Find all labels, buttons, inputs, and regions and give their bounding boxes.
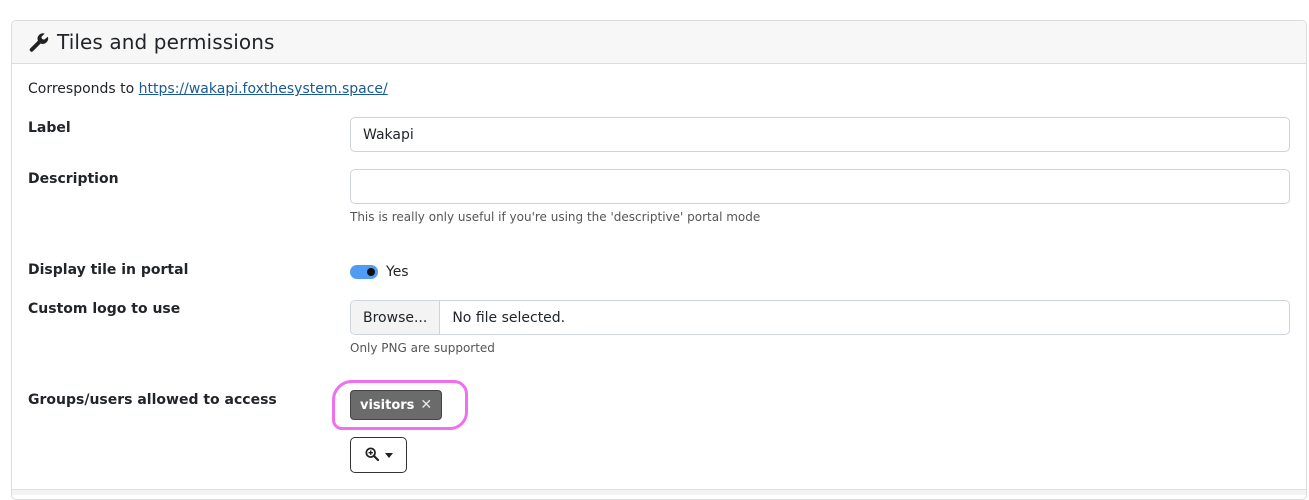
- logo-file-input[interactable]: Browse... No file selected.: [350, 300, 1290, 335]
- chip-label: visitors: [360, 397, 415, 413]
- display-tile-label: Display tile in portal: [28, 262, 189, 278]
- display-tile-toggle[interactable]: Yes: [350, 264, 409, 280]
- wrench-icon: [28, 31, 50, 53]
- description-help: This is really only useful if you're usi…: [350, 210, 761, 224]
- description-field-label: Description: [28, 171, 119, 187]
- remove-chip-icon[interactable]: ✕: [420, 397, 432, 413]
- description-input[interactable]: [350, 169, 1290, 204]
- card-title: Tiles and permissions: [57, 30, 275, 54]
- file-status: No file selected.: [452, 309, 566, 326]
- toggle-switch[interactable]: [350, 265, 378, 279]
- corresponds-link[interactable]: https://wakapi.foxthesystem.space/: [139, 81, 388, 97]
- logo-help: Only PNG are supported: [350, 341, 495, 355]
- chevron-down-icon: [384, 452, 393, 458]
- access-chips: visitors ✕: [350, 390, 443, 420]
- add-access-dropdown-button[interactable]: [350, 437, 407, 473]
- tiles-permissions-card: Tiles and permissions Corresponds to htt…: [11, 20, 1307, 500]
- card-footer: [12, 489, 1306, 495]
- browse-button[interactable]: Browse...: [351, 301, 441, 334]
- corresponds-text: Corresponds to https://wakapi.foxthesyst…: [28, 81, 388, 97]
- corresponds-prefix: Corresponds to: [28, 81, 139, 97]
- toggle-state: Yes: [386, 264, 409, 280]
- custom-logo-label: Custom logo to use: [28, 301, 181, 317]
- access-label: Groups/users allowed to access: [28, 392, 277, 408]
- card-header: Tiles and permissions: [12, 21, 1306, 64]
- chip-visitors[interactable]: visitors ✕: [350, 390, 443, 420]
- zoom-in-icon: [364, 446, 379, 465]
- label-field-label: Label: [28, 120, 71, 136]
- label-input[interactable]: Wakapi: [350, 117, 1290, 152]
